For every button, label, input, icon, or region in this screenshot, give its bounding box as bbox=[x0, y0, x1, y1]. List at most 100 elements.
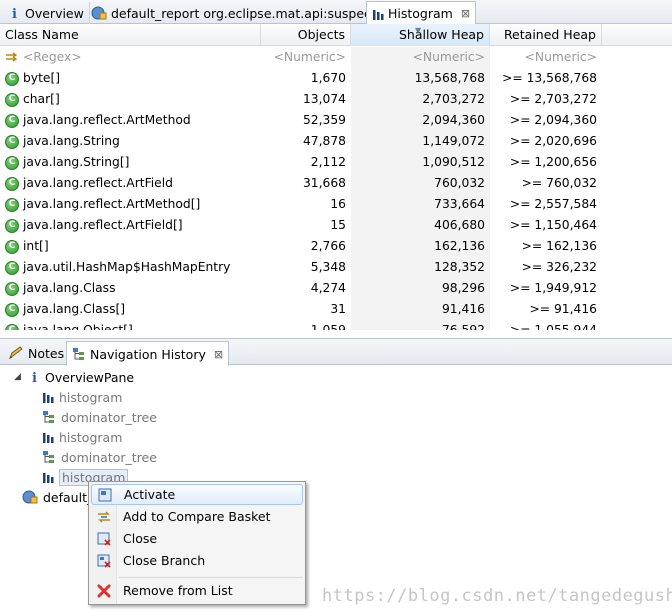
tree-node-default-report[interactable]: default_ bbox=[22, 487, 93, 507]
objects-cell: 2,766 bbox=[310, 239, 346, 253]
retained-heap-cell: >= 1,200,656 bbox=[509, 155, 597, 169]
tree-node-dominator-tree[interactable]: dominator_tree bbox=[42, 447, 157, 467]
table-row[interactable]: Cchar[] 13,074 2,703,272 >= 2,703,272 bbox=[0, 89, 672, 110]
shallow-heap-cell: 76,592 bbox=[351, 320, 490, 330]
menu-item-activate[interactable]: Activate bbox=[91, 484, 303, 505]
regex-filter-cell[interactable]: <Regex> bbox=[0, 47, 261, 68]
close-tab-icon[interactable]: ⊠ bbox=[214, 348, 223, 361]
menu-item-remove-from-list[interactable]: Remove from List bbox=[91, 580, 303, 601]
table-row[interactable]: Cjava.lang.Class[] 31 91,416 >= 91,416 bbox=[0, 299, 672, 320]
tree-node-label: dominator_tree bbox=[61, 449, 157, 465]
shallow-heap-cell: 162,136 bbox=[351, 236, 490, 257]
tree-node-label: histogram bbox=[59, 389, 123, 405]
class-name-cell: Cjava.lang.String[] bbox=[0, 152, 261, 173]
menu-item-close-branch[interactable]: Close Branch bbox=[91, 550, 303, 571]
retained-heap-cell: >= 1,150,464 bbox=[509, 218, 597, 232]
objects-cell: 52,359 bbox=[302, 113, 346, 127]
remove-icon bbox=[91, 584, 117, 598]
objects-cell: 1,059 bbox=[310, 323, 346, 330]
histogram-icon bbox=[42, 471, 54, 483]
table-bottom-edge bbox=[0, 330, 672, 338]
retained-heap-cell: >= 1,055,944 bbox=[509, 323, 597, 330]
retained-heap-cell: >= 2,557,584 bbox=[509, 197, 597, 211]
column-header-class-name[interactable]: Class Name bbox=[0, 24, 261, 46]
navigation-history-icon bbox=[72, 347, 86, 361]
class-icon: C bbox=[5, 302, 19, 317]
class-icon: C bbox=[5, 260, 19, 275]
objects-cell: 13,074 bbox=[302, 92, 346, 106]
class-icon: C bbox=[5, 113, 19, 128]
menu-item-add-to-compare-basket[interactable]: Add to Compare Basket bbox=[91, 506, 303, 527]
menu-item-label: Close Branch bbox=[123, 553, 206, 568]
shallow-heap-cell: 1,149,072 bbox=[351, 131, 490, 152]
watermark-text: https://blog.csdn.net/tangedegushi bbox=[322, 586, 672, 606]
shallow-heap-cell: 760,032 bbox=[351, 173, 490, 194]
objects-cell: 31,668 bbox=[302, 176, 346, 190]
menu-item-label: Add to Compare Basket bbox=[123, 509, 271, 524]
objects-cell: 2,112 bbox=[310, 155, 346, 169]
tree-node-dominator-tree[interactable]: dominator_tree bbox=[42, 407, 157, 427]
histogram-icon bbox=[42, 391, 54, 403]
class-name-label: byte[] bbox=[23, 71, 61, 85]
histogram-icon bbox=[42, 431, 54, 443]
menu-item-label: Remove from List bbox=[123, 583, 233, 598]
tab-navigation-history[interactable]: Navigation History ⊠ bbox=[66, 341, 230, 366]
table-row[interactable]: Cbyte[] 1,670 13,568,768 >= 13,568,768 bbox=[0, 68, 672, 89]
report-icon bbox=[22, 489, 38, 505]
tab-histogram[interactable]: Histogram ⊠ bbox=[366, 1, 477, 25]
class-name-cell: Cjava.lang.reflect.ArtField[] bbox=[0, 215, 261, 236]
retained-heap-filter-cell[interactable]: <Numeric> bbox=[490, 47, 602, 68]
class-icon: C bbox=[5, 281, 19, 296]
column-header-filler bbox=[602, 24, 672, 46]
column-header-shallow-heap[interactable]: ▼ Shallow Heap bbox=[351, 24, 490, 46]
column-header-objects[interactable]: Objects bbox=[261, 24, 351, 46]
close-tab-icon[interactable]: ⊠ bbox=[461, 7, 470, 20]
class-icon: C bbox=[5, 218, 19, 233]
objects-cell: 47,878 bbox=[302, 134, 346, 148]
table-row[interactable]: Cjava.lang.reflect.ArtMethod[] 16 733,664 >… bbox=[0, 194, 672, 215]
tab-overview[interactable]: i Overview bbox=[4, 2, 90, 24]
class-name-cell: Cjava.lang.reflect.ArtMethod bbox=[0, 110, 261, 131]
collapse-arrow-icon[interactable]: ◢ bbox=[14, 372, 26, 382]
table-row[interactable]: Cjava.lang.String[] 2,112 1,090,512 >= 1,20… bbox=[0, 152, 672, 173]
objects-filter-cell[interactable]: <Numeric> bbox=[261, 47, 351, 68]
svg-text:i: i bbox=[32, 371, 37, 384]
tree-node-overview-pane[interactable]: ◢ i OverviewPane bbox=[14, 367, 134, 387]
table-row[interactable]: Cjava.lang.String 47,878 1,149,072 >= 2,020… bbox=[0, 131, 672, 152]
class-icon: C bbox=[5, 71, 19, 86]
table-row[interactable]: Cjava.util.HashMap$HashMapEntry 5,348 128,… bbox=[0, 257, 672, 278]
column-header-retained-heap[interactable]: Retained Heap bbox=[490, 24, 602, 46]
table-row[interactable]: Cjava.lang.reflect.ArtField 31,668 760,032… bbox=[0, 173, 672, 194]
table-row[interactable]: Cjava.lang.reflect.ArtField[] 15 406,680 >=… bbox=[0, 215, 672, 236]
shallow-heap-cell: 128,352 bbox=[351, 257, 490, 278]
regex-placeholder: <Regex> bbox=[23, 50, 82, 64]
tree-node-label: histogram bbox=[59, 429, 123, 445]
retained-heap-cell: >= 760,032 bbox=[521, 176, 597, 190]
class-name-label: java.lang.reflect.ArtMethod bbox=[23, 113, 191, 127]
table-row[interactable]: Cjava.lang.reflect.ArtMethod 52,359 2,094,… bbox=[0, 110, 672, 131]
tree-node-label: default_ bbox=[43, 489, 94, 505]
tree-node-histogram[interactable]: histogram bbox=[42, 427, 122, 447]
table-row[interactable]: Cjava.lang.Class 4,274 98,296 >= 1,949,912 bbox=[0, 278, 672, 299]
menu-item-close[interactable]: Close bbox=[91, 528, 303, 549]
table-row[interactable]: Cint[] 2,766 162,136 >= 162,136 bbox=[0, 236, 672, 257]
shallow-heap-filter-cell[interactable]: <Numeric> bbox=[351, 47, 490, 68]
objects-cell: 1,670 bbox=[310, 71, 346, 85]
class-name-label: int[] bbox=[23, 239, 49, 253]
class-name-label: java.lang.reflect.ArtField bbox=[23, 176, 173, 190]
tab-default-report[interactable]: default_report org.eclipse.mat.api:suspe… bbox=[86, 2, 389, 24]
retained-heap-cell: >= 91,416 bbox=[529, 302, 597, 316]
tab-notes[interactable]: Notes bbox=[3, 341, 69, 365]
filter-icon bbox=[5, 51, 19, 64]
filter-row: <Regex> <Numeric> <Numeric> <Numeric> bbox=[0, 47, 672, 68]
objects-cell: 31 bbox=[330, 302, 346, 316]
retained-heap-cell: >= 162,136 bbox=[521, 239, 597, 253]
notes-icon bbox=[8, 346, 24, 360]
tree-node-label: dominator_tree bbox=[61, 409, 157, 425]
table-row[interactable]: Cjava.lang.Object[] 1,059 76,592 >= 1,055,9… bbox=[0, 320, 672, 330]
menu-separator bbox=[119, 577, 303, 578]
info-icon: i bbox=[9, 6, 21, 20]
tab-notes-label: Notes bbox=[28, 345, 65, 361]
tree-node-histogram[interactable]: histogram bbox=[42, 387, 122, 407]
menu-item-label: Activate bbox=[124, 487, 176, 502]
